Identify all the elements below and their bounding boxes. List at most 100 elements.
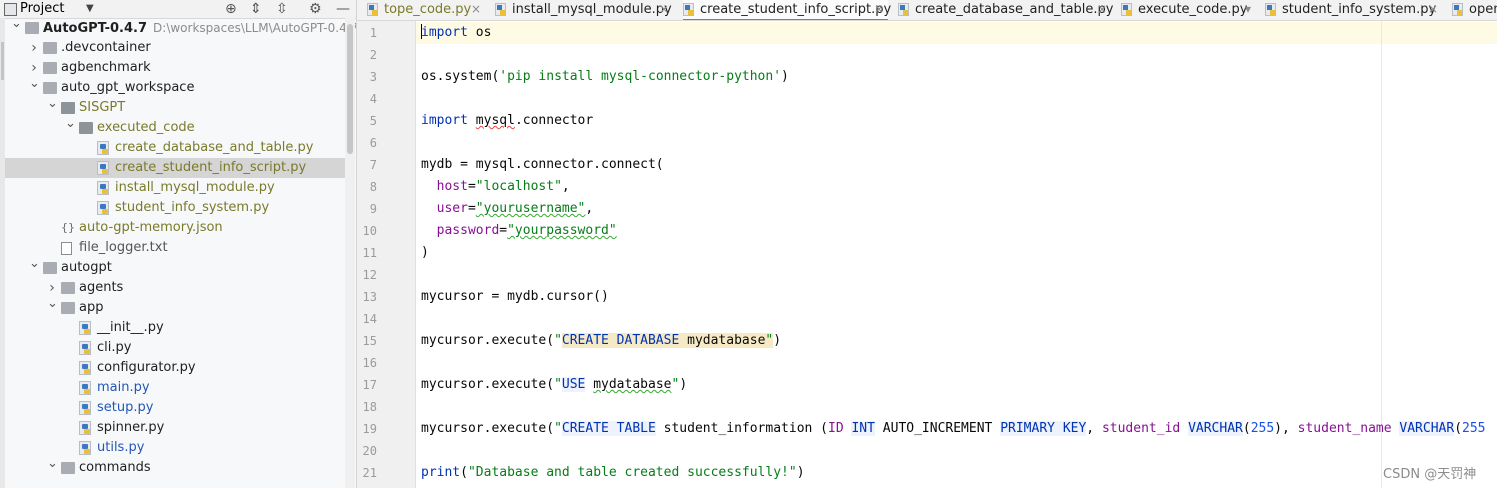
close-icon[interactable]: × [659, 0, 669, 19]
tree-item-name: AutoGPT-0.4.7 [43, 21, 148, 36]
code-token: mycursor.execute( [421, 377, 555, 392]
collapse-all-icon[interactable]: ⇳ [276, 0, 288, 18]
tree-file-row[interactable]: spinner.py [5, 418, 346, 438]
code-line[interactable]: mydb = mysql.connector.connect( [421, 154, 664, 176]
tree-item-label: SISGPT [79, 98, 125, 118]
tree-folder-row[interactable]: ⌄ app [5, 296, 346, 318]
watermark: CSDN @天罚神 [1383, 467, 1477, 482]
code-line[interactable]: print("Database and table created succes… [421, 462, 805, 484]
code-line[interactable]: password="yourpassword" [421, 220, 617, 242]
code-token: mysql [475, 113, 515, 128]
code-line[interactable]: ) [421, 242, 429, 264]
code-token: 255 [1462, 421, 1486, 436]
tree-folder-row[interactable]: ⌄ commands [5, 456, 346, 478]
code-line[interactable]: mycursor.execute("CREATE TABLE student_i… [421, 418, 1486, 440]
code-token: "yourusername" [475, 201, 586, 216]
close-icon[interactable]: × [1097, 0, 1107, 19]
tree-folder-row[interactable]: ⌄ executed_code [5, 116, 346, 138]
code-token: VARCHAR [1188, 421, 1243, 436]
python-file-icon [79, 401, 91, 415]
code-line[interactable]: host="localhost", [421, 176, 570, 198]
chevron-down-icon[interactable]: ▾ [1245, 0, 1251, 19]
code-line[interactable]: import mysql.connector [421, 110, 593, 132]
python-file-icon [683, 3, 694, 16]
tree-item-name: cli.py [97, 340, 132, 355]
code-token: user [436, 201, 468, 216]
tree-item-label: student_info_system.py [115, 198, 269, 218]
python-file-icon [79, 361, 91, 375]
chevron-down-icon[interactable]: ⌄ [65, 114, 76, 134]
tree-file-row[interactable]: cli.py [5, 338, 346, 358]
tree-file-row[interactable]: main.py [5, 378, 346, 398]
gear-icon[interactable]: ⚙ [309, 0, 322, 18]
line-number: 18 [362, 400, 377, 414]
tree-file-row[interactable]: configurator.py [5, 358, 346, 378]
editor-tab[interactable]: tope_code.py × [367, 0, 485, 20]
tree-file-row[interactable]: create_student_info_script.py [5, 158, 346, 178]
python-file-icon [97, 161, 109, 175]
editor-tab[interactable]: create_student_info_script.py × [683, 0, 891, 20]
code-line[interactable]: user="yourusername", [421, 198, 594, 220]
tree-file-row[interactable]: student_info_system.py [5, 198, 346, 218]
chevron-down-icon[interactable]: ⌄ [29, 74, 40, 94]
chevron-down-icon[interactable]: ⌄ [47, 454, 58, 474]
chevron-down-icon[interactable]: ▼ [86, 3, 94, 14]
chevron-down-icon[interactable]: ⌄ [47, 294, 58, 314]
tree-scrollbar-thumb[interactable] [347, 24, 353, 154]
tree-item-label: install_mysql_module.py [115, 178, 275, 198]
tree-folder-row[interactable]: ⌄ AutoGPT-0.4.7 D:\workspaces\LLM\AutoGPT-… [5, 16, 356, 38]
code-token: = [499, 223, 508, 238]
code-token: print [421, 465, 461, 480]
tree-file-row[interactable]: __init__.py [5, 318, 346, 338]
expand-all-icon[interactable]: ⇕ [250, 0, 262, 18]
editor-tab[interactable]: open [1452, 0, 1497, 20]
code-editor[interactable]: import os os.system('pip install mysql-co… [421, 22, 1497, 488]
tree-file-row[interactable]: {} auto-gpt-memory.json [5, 218, 346, 238]
stripe-grip[interactable] [1, 42, 4, 80]
line-number: 21 [362, 466, 377, 480]
editor-tab[interactable]: create_database_and_table.py × [898, 0, 1114, 20]
close-icon[interactable]: × [1428, 0, 1438, 19]
line-number: 6 [369, 136, 377, 150]
code-line[interactable]: os.system('pip install mysql-connector-p… [421, 66, 789, 88]
chevron-down-icon[interactable]: ⌄ [29, 254, 40, 274]
close-icon[interactable]: × [471, 0, 481, 19]
line-number-gutter[interactable]: 1 2 3 4 5 6 7 8 9 10 11 12 13 14 15 16 17 18 19 20 21 [357, 21, 416, 488]
tree-scrollbar[interactable] [345, 18, 355, 488]
chevron-down-icon[interactable]: ⌄ [11, 14, 22, 34]
tree-folder-row[interactable]: ⌄ autogpt [5, 256, 346, 278]
line-number: 16 [362, 356, 377, 370]
tree-file-row[interactable]: install_mysql_module.py [5, 178, 346, 198]
code-token: VARCHAR [1399, 421, 1455, 436]
tree-file-row[interactable]: setup.py [5, 398, 346, 418]
code-line[interactable]: mycursor.execute("CREATE DATABASE mydata… [421, 330, 781, 352]
close-icon[interactable]: × [874, 0, 884, 19]
code-line[interactable]: import os [421, 22, 491, 44]
tree-folder-row[interactable]: ⌄ SISGPT [5, 96, 346, 118]
code-token: .connector [514, 113, 594, 128]
tree-item-label: AutoGPT-0.4.7 D:\workspaces\LLM\AutoGPT-0… [43, 18, 356, 39]
tree-file-row[interactable]: file_logger.txt [5, 238, 346, 258]
tree-folder-row[interactable]: › .devcontainer [5, 38, 346, 58]
python-file-icon [1265, 3, 1276, 16]
code-token: = [467, 201, 476, 216]
hide-panel-icon[interactable]: — [336, 0, 350, 18]
code-token: , [1086, 421, 1102, 436]
locate-file-icon[interactable]: ⊕ [225, 0, 237, 18]
code-line[interactable]: mycursor = mydb.cursor() [421, 286, 609, 308]
project-panel-title[interactable]: Project [20, 0, 64, 18]
tree-file-row[interactable]: create_database_and_table.py [5, 138, 346, 158]
editor-tab[interactable]: execute_code.py ▾ [1121, 0, 1255, 20]
tree-folder-row[interactable]: › agbenchmark [5, 58, 346, 78]
chevron-down-icon[interactable]: ⌄ [47, 94, 58, 114]
tab-label: open [1469, 2, 1497, 17]
editor-tab[interactable]: install_mysql_module.py × [495, 0, 673, 20]
tree-item-label: create_database_and_table.py [115, 138, 314, 158]
code-line[interactable]: mycursor.execute("USE mydatabase") [421, 374, 687, 396]
code-token: 255 [1250, 421, 1275, 436]
code-token: ), [1274, 421, 1298, 436]
chevron-right-icon[interactable]: › [29, 38, 39, 58]
code-token: ) [781, 69, 789, 84]
editor-tab[interactable]: student_info_system.py × [1265, 0, 1442, 20]
code-token: ( [460, 465, 468, 480]
